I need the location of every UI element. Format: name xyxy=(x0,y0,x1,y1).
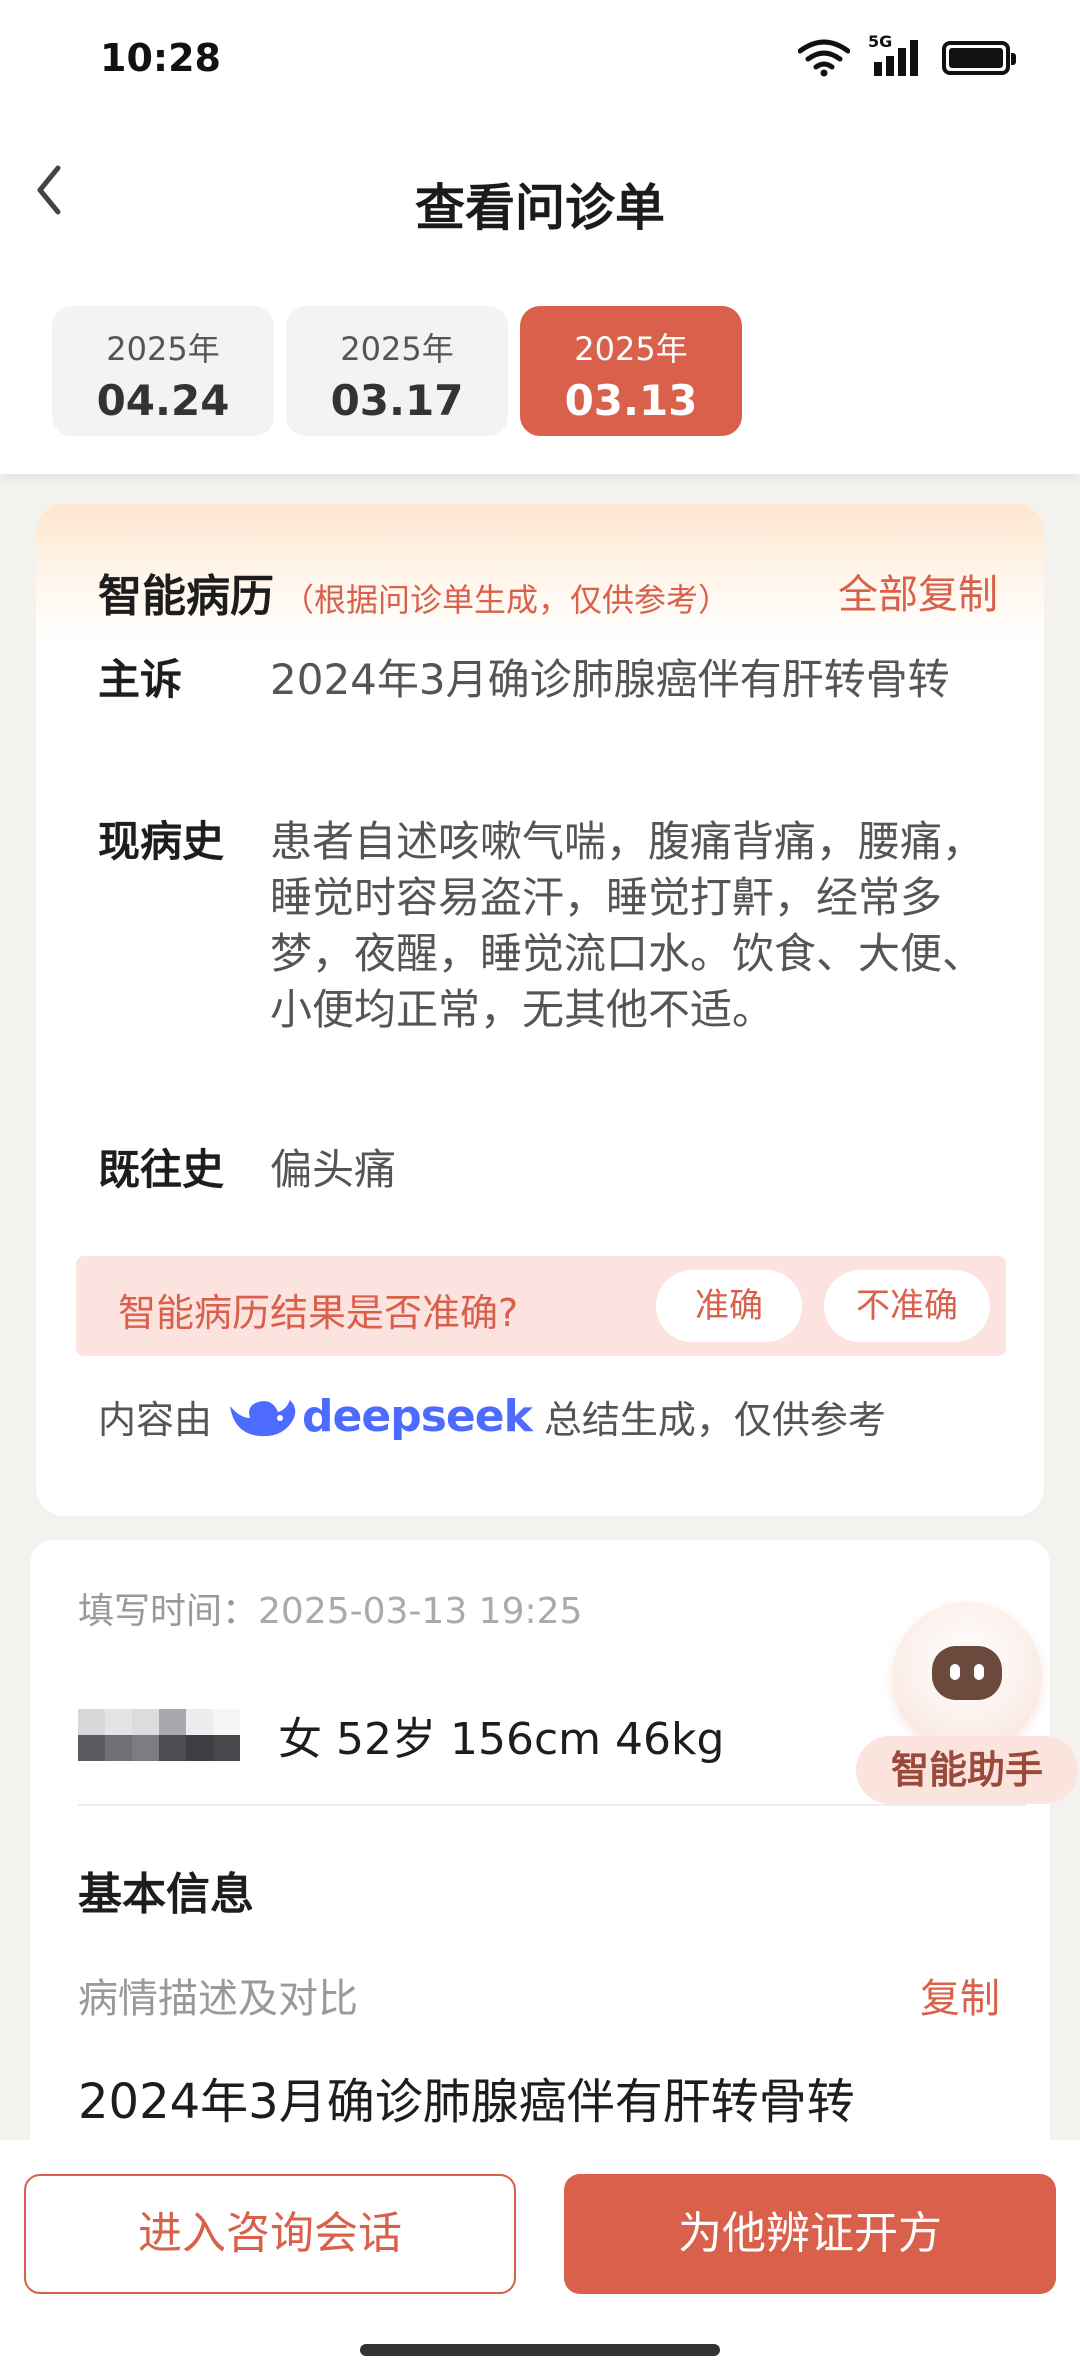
smart-record-card: 智能病历 （根据问诊单生成，仅供参考） 全部复制 主诉 2024年3月确诊肺腺癌伴… xyxy=(36,504,1044,1516)
prescribe-button[interactable]: 为他辨证开方 xyxy=(564,2174,1056,2294)
fill-time-label: 填写时间： xyxy=(78,1591,259,1632)
accurate-button[interactable]: 准确 xyxy=(656,1270,802,1342)
deepseek-whale-icon xyxy=(230,1400,296,1437)
record-row-present-illness: 现病史 患者自述咳嗽气喘，腹痛背痛，腰痛，睡觉时容易盗汗，睡觉打鼾，经常多梦，夜… xyxy=(98,814,994,1038)
status-time: 10:28 xyxy=(100,36,221,80)
source-attribution: 内容由 deepseek 总结生成，仅供参考 xyxy=(98,1388,886,1444)
smart-record-title: 智能病历 xyxy=(98,571,274,622)
signal-icon: 5G xyxy=(868,32,924,78)
condition-desc-label: 病情描述及对比 xyxy=(78,1976,358,2022)
bottom-action-bar: 进入咨询会话 为他辨证开方 xyxy=(0,2140,1080,2376)
date-tab-year: 2025年 xyxy=(574,330,688,368)
date-tab-day: 04.24 xyxy=(96,376,230,425)
source-suffix: 总结生成，仅供参考 xyxy=(543,1397,886,1442)
fill-time: 填写时间：2025-03-13 19:25 xyxy=(78,1582,582,1634)
patient-summary: 女 52岁 156cm 46kg xyxy=(278,1714,725,1765)
row-value: 2024年3月确诊肺腺癌伴有肝转骨转 xyxy=(270,655,950,704)
deepseek-logo: deepseek xyxy=(224,1388,533,1444)
row-label: 现病史 xyxy=(98,817,225,866)
row-value: 患者自述咳嗽气喘，腹痛背痛，腰痛，睡觉时容易盗汗，睡觉打鼾，经常多梦，夜醒，睡觉… xyxy=(270,817,985,1034)
assistant-robot-icon xyxy=(892,1602,1042,1752)
copy-all-button[interactable]: 全部复制 xyxy=(838,562,998,620)
assistant-face xyxy=(932,1646,1002,1700)
record-row-chief-complaint: 主诉 2024年3月确诊肺腺癌伴有肝转骨转 xyxy=(98,652,994,708)
page-title: 查看问诊单 xyxy=(415,179,665,237)
wifi-icon xyxy=(798,39,850,77)
smart-record-header: 智能病历 （根据问诊单生成，仅供参考） 全部复制 xyxy=(98,560,1004,622)
assistant-label: 智能助手 xyxy=(856,1736,1078,1804)
fill-time-value: 2025-03-13 19:25 xyxy=(258,1591,583,1632)
accuracy-question: 智能病历结果是否准确? xyxy=(118,1291,519,1335)
date-tab-0317[interactable]: 2025年 03.17 xyxy=(286,306,508,436)
battery-icon xyxy=(942,41,1016,75)
status-bar: 10:28 5G xyxy=(0,0,1080,110)
smart-assistant-button[interactable]: 智能助手 xyxy=(856,1602,1078,1808)
nav-bar: 查看问诊单 xyxy=(0,110,1080,280)
date-tab-year: 2025年 xyxy=(340,330,454,368)
inaccurate-button[interactable]: 不准确 xyxy=(824,1270,990,1342)
condition-copy-button[interactable]: 复制 xyxy=(920,1966,1000,2024)
row-value: 偏头痛 xyxy=(270,1145,397,1194)
blurred-patient-name xyxy=(78,1709,240,1761)
row-label: 既往史 xyxy=(98,1145,225,1194)
status-icons: 5G xyxy=(798,32,1016,78)
record-row-past-history: 既往史 偏头痛 xyxy=(98,1142,994,1198)
date-tab-0313[interactable]: 2025年 03.13 xyxy=(520,306,742,436)
accuracy-feedback-bar: 智能病历结果是否准确? 准确 不准确 xyxy=(76,1256,1006,1356)
patient-row: 女 52岁 156cm 46kg xyxy=(78,1700,724,1770)
basic-info-title: 基本信息 xyxy=(78,1869,254,1920)
source-prefix: 内容由 xyxy=(98,1397,213,1442)
row-label: 主诉 xyxy=(98,655,183,704)
enter-consultation-button[interactable]: 进入咨询会话 xyxy=(24,2174,516,2294)
date-tab-day: 03.17 xyxy=(330,376,464,425)
deepseek-brand: deepseek xyxy=(302,1390,533,1442)
date-tab-year: 2025年 xyxy=(106,330,220,368)
home-indicator[interactable] xyxy=(360,2344,720,2356)
date-tabs: 2025年 04.24 2025年 03.17 2025年 03.13 xyxy=(0,280,1080,474)
date-tab-0424[interactable]: 2025年 04.24 xyxy=(52,306,274,436)
condition-desc-text: 2024年3月确诊肺腺癌伴有肝转骨转 xyxy=(78,2074,855,2130)
smart-record-subtitle: （根据问诊单生成，仅供参考） xyxy=(282,581,731,619)
date-tab-day: 03.13 xyxy=(564,376,698,425)
